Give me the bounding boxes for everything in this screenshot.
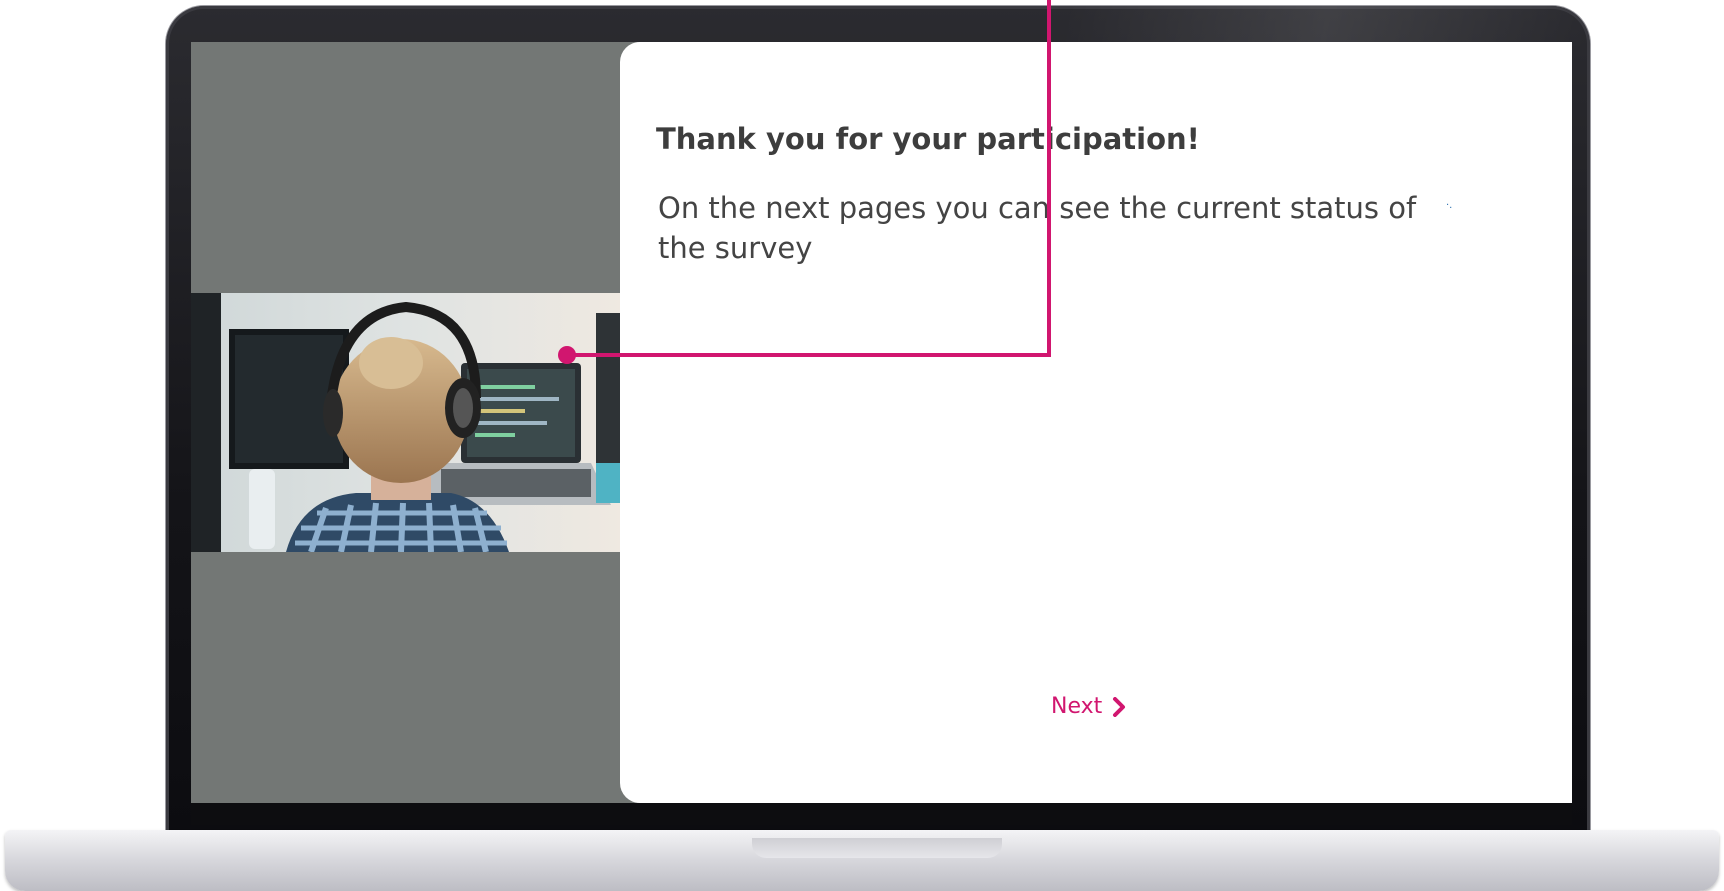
lid-glare [1066, 6, 1586, 46]
survey-card: Thank you for your participation! On the… [620, 42, 1572, 803]
callout-line-horizontal [567, 353, 1051, 357]
laptop-mockup: Thank you for your participation! On the… [0, 0, 1724, 891]
page-title: Thank you for your participation! [656, 122, 1200, 156]
status-description: On the next pages you can see the curren… [658, 191, 1417, 265]
person-with-headphones-photo [191, 293, 621, 552]
screen-bezel-bottom [191, 803, 1572, 825]
decorative-mark: ·. [1446, 200, 1453, 211]
callout-dot [558, 346, 576, 364]
next-button-label: Next [1051, 694, 1103, 719]
laptop-base-notch [752, 838, 1002, 858]
next-button[interactable]: Next [1051, 694, 1126, 719]
callout-line-vertical [1047, 0, 1051, 357]
photo-illustration [191, 293, 621, 552]
laptop-screen: Thank you for your participation! On the… [191, 42, 1572, 803]
chevron-right-icon [1113, 696, 1126, 717]
